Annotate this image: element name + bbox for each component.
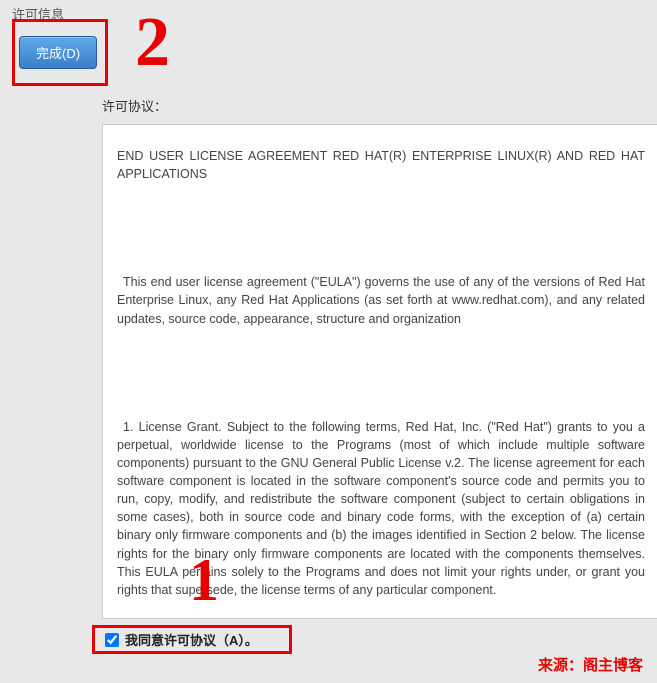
eula-title: END USER LICENSE AGREEMENT RED HAT(R) EN… [117, 147, 645, 183]
annotation-number-2: 2 [135, 8, 170, 78]
agree-checkbox-label: 我同意许可协议（A）。 [125, 630, 258, 649]
agree-checkbox[interactable] [105, 633, 119, 647]
annotation-number-1: 1 [189, 550, 219, 610]
license-label: 许可协议： [102, 96, 167, 115]
annotation-box-2: 完成(D) [12, 19, 108, 86]
eula-intro-line1: This end user license agreement ("EULA")… [117, 273, 645, 327]
license-text-area[interactable]: END USER LICENSE AGREEMENT RED HAT(R) EN… [102, 124, 657, 619]
source-watermark: 来源：阁主博客 [538, 654, 643, 675]
done-button[interactable]: 完成(D) [19, 36, 97, 69]
agree-checkbox-row: 我同意许可协议（A）。 [92, 625, 292, 654]
